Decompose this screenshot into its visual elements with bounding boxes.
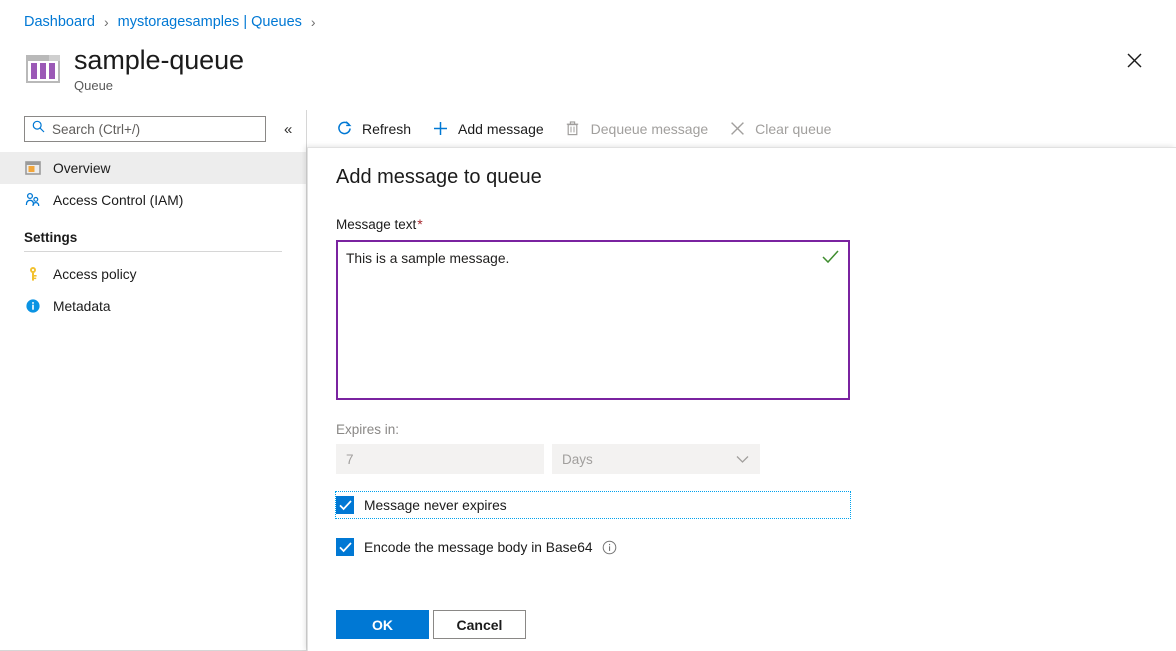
- encode-base64-checkbox[interactable]: Encode the message body in Base64: [336, 534, 856, 560]
- close-icon[interactable]: [1118, 44, 1150, 76]
- dequeue-message-button: Dequeue message: [564, 114, 709, 144]
- expires-number-input: 7: [336, 444, 544, 474]
- key-icon: [24, 266, 41, 283]
- sidebar-nav-list: Overview Access Control (IAM) Settings A…: [0, 152, 306, 322]
- sidebar-item-overview[interactable]: Overview: [0, 152, 306, 184]
- sidebar-item-metadata[interactable]: Metadata: [0, 290, 306, 322]
- sidebar: Search (Ctrl+/) « Overview Access Contro…: [0, 110, 307, 650]
- checkbox-checked-icon: [336, 538, 354, 556]
- message-text-input[interactable]: This is a sample message.: [336, 240, 850, 400]
- search-icon: [32, 120, 45, 138]
- dialog-title: Add message to queue: [336, 166, 542, 188]
- sidebar-item-access-policy[interactable]: Access policy: [0, 258, 306, 290]
- toolbar-button-label: Add message: [458, 120, 544, 137]
- toolbar-button-label: Refresh: [362, 120, 412, 137]
- queue-icon: [24, 50, 62, 88]
- ok-button[interactable]: OK: [336, 610, 429, 639]
- toolbar-button-label: Dequeue message: [590, 120, 709, 137]
- add-message-form: Message text* This is a sample message. …: [335, 216, 856, 560]
- page-title: sample-queue: [74, 45, 244, 75]
- cancel-button[interactable]: Cancel: [433, 610, 526, 639]
- message-text-label: Message text*: [336, 216, 856, 232]
- refresh-icon: [335, 120, 353, 138]
- breadcrumb: Dashboard › mystoragesamples | Queues ›: [24, 12, 325, 32]
- add-message-button[interactable]: Add message: [431, 114, 544, 144]
- search-placeholder: Search (Ctrl+/): [52, 121, 141, 137]
- clear-queue-button: Clear queue: [728, 114, 831, 144]
- sidebar-search-row: Search (Ctrl+/) «: [0, 110, 306, 142]
- breadcrumb-item-queues[interactable]: mystoragesamples | Queues: [118, 14, 302, 30]
- plus-icon: [431, 120, 449, 138]
- expires-unit-value: Days: [562, 451, 593, 467]
- sidebar-section-title: Settings: [24, 230, 78, 245]
- close-x-icon: [728, 120, 746, 138]
- checkbox-label: Encode the message body in Base64: [364, 539, 593, 555]
- dialog-button-row: OK Cancel: [336, 610, 526, 639]
- sidebar-item-label: Access Control (IAM): [53, 192, 184, 208]
- page-subtitle: Queue: [74, 78, 114, 93]
- required-marker: *: [417, 216, 423, 232]
- sidebar-item-label: Overview: [53, 160, 111, 176]
- checkbox-checked-icon: [336, 496, 354, 514]
- sidebar-item-access-control[interactable]: Access Control (IAM): [0, 184, 306, 216]
- message-text-label-text: Message text: [336, 217, 417, 232]
- info-circle-icon: [24, 298, 41, 315]
- overview-icon: [24, 160, 41, 177]
- people-icon: [24, 192, 41, 209]
- sidebar-divider: [24, 251, 282, 252]
- message-text-value: This is a sample message.: [346, 251, 510, 266]
- command-toolbar: Refresh Add message Dequeue message Clea…: [307, 110, 1176, 147]
- breadcrumb-separator-icon: ›: [310, 14, 316, 30]
- expires-unit-select: Days: [552, 444, 760, 474]
- toolbar-button-label: Clear queue: [755, 120, 832, 137]
- checkmark-icon: [822, 250, 839, 269]
- sidebar-item-label: Access policy: [53, 266, 137, 282]
- expires-in-label: Expires in:: [336, 422, 400, 437]
- refresh-button[interactable]: Refresh: [335, 114, 411, 144]
- chevron-down-icon: [736, 452, 749, 467]
- search-input[interactable]: Search (Ctrl+/): [24, 116, 266, 142]
- page-title-group: sample-queue Queue: [74, 44, 244, 93]
- info-icon[interactable]: [602, 540, 617, 555]
- expires-in-row: 7 Days: [336, 444, 856, 474]
- trash-icon: [564, 120, 582, 138]
- page-header: sample-queue Queue: [24, 44, 244, 93]
- breadcrumb-separator-icon: ›: [103, 14, 109, 30]
- azure-portal-page: Dashboard › mystoragesamples | Queues › …: [0, 0, 1176, 651]
- message-never-expires-checkbox[interactable]: Message never expires: [335, 491, 851, 519]
- breadcrumb-item-dashboard[interactable]: Dashboard: [24, 14, 95, 30]
- add-message-dialog: Add message to queue Message text* This …: [307, 147, 1176, 651]
- collapse-sidebar-icon[interactable]: «: [280, 120, 296, 139]
- checkbox-label: Message never expires: [364, 497, 507, 513]
- sidebar-item-label: Metadata: [53, 298, 111, 314]
